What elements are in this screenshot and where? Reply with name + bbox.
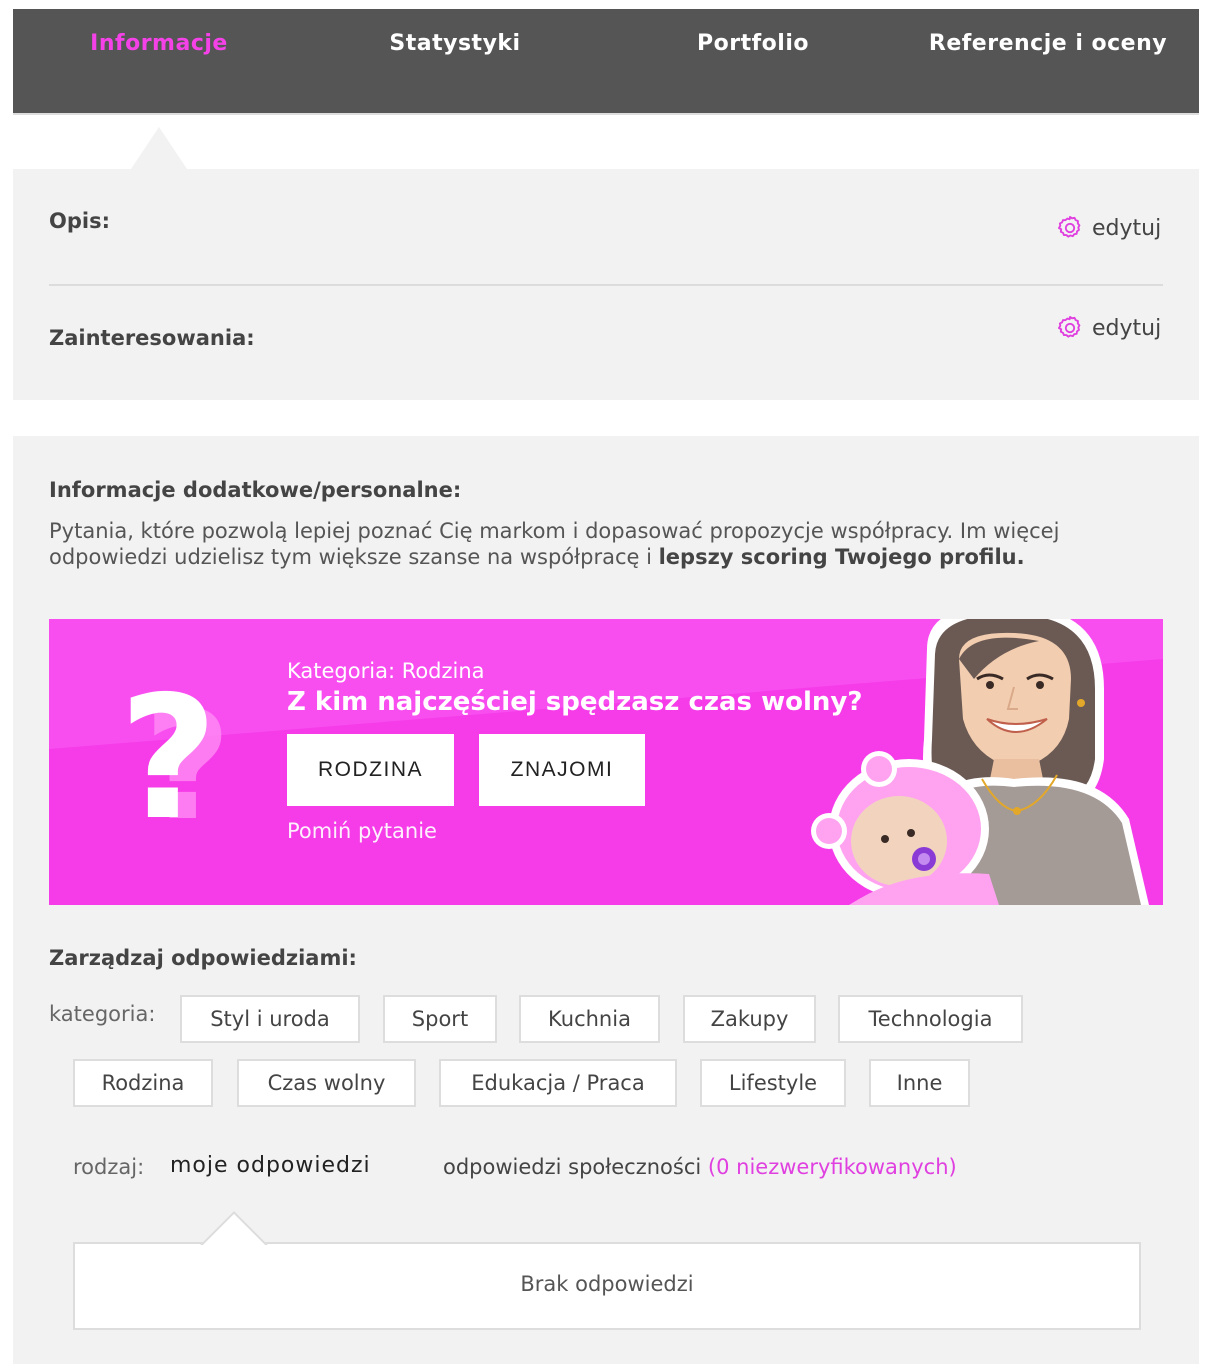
category-chip[interactable]: Inne (869, 1059, 970, 1107)
category-chip[interactable]: Czas wolny (237, 1059, 416, 1107)
gear-icon (1057, 215, 1081, 238)
kind-label: rodzaj: (73, 1155, 145, 1179)
tab-informacje[interactable]: Informacje (13, 9, 305, 113)
category-chip[interactable]: Zakupy (683, 995, 816, 1043)
tab-referencje[interactable]: Referencje i oceny (913, 9, 1183, 113)
empty-answers-text: Brak odpowiedzi (520, 1272, 694, 1296)
manage-answers-title: Zarządzaj odpowiedziami: (49, 946, 357, 970)
category-chip[interactable]: Kuchnia (519, 995, 660, 1043)
category-label: kategoria: (49, 1002, 156, 1026)
answer-znajomi-button[interactable]: ZNAJOMI (479, 734, 645, 806)
mother-baby-illustration (811, 619, 1149, 905)
opis-label: Opis: (49, 209, 110, 233)
divider (49, 284, 1163, 286)
edit-zainteresowania-button[interactable]: edytuj (1056, 314, 1161, 342)
answers-box: Brak odpowiedzi (73, 1242, 1141, 1330)
top-nav: Informacje Statystyki Portfolio Referenc… (13, 9, 1199, 115)
category-chip[interactable]: Lifestyle (700, 1059, 846, 1107)
edit-opis-button[interactable]: edytuj (1056, 214, 1161, 242)
question-text: Z kim najczęściej spędzasz czas wolny? (287, 687, 863, 717)
category-chip[interactable]: Technologia (838, 995, 1023, 1043)
tab-portfolio[interactable]: Portfolio (603, 9, 903, 113)
answers-pointer (200, 1209, 270, 1245)
question-category: Kategoria: Rodzina (287, 659, 485, 683)
zainteresowania-label: Zainteresowania: (49, 326, 255, 350)
active-tab-pointer (131, 127, 187, 169)
additional-info-panel: Informacje dodatkowe/personalne: Pytania… (13, 436, 1199, 1364)
description-bold: lepszy scoring Twojego profilu. (658, 545, 1025, 569)
profile-panel: Opis: edytuj Zainteresowania: edytuj (13, 169, 1199, 400)
edit-label: edytuj (1092, 315, 1162, 341)
answer-rodzina-button[interactable]: RODZINA (287, 734, 454, 806)
community-answers-label: odpowiedzi społeczności (443, 1155, 702, 1179)
question-mark-icon: ? (119, 660, 218, 858)
tab-community-answers[interactable]: odpowiedzi społeczności (0 niezweryfikow… (443, 1155, 957, 1179)
section-title: Informacje dodatkowe/personalne: (49, 478, 462, 502)
edit-label: edytuj (1092, 215, 1162, 241)
unverified-count[interactable]: (0 niezweryfikowanych) (708, 1155, 957, 1179)
section-description: Pytania, które pozwolą lepiej poznać Cię… (49, 518, 1159, 570)
category-chip[interactable]: Rodzina (73, 1059, 213, 1107)
category-chip[interactable]: Sport (383, 995, 497, 1043)
gear-icon (1057, 315, 1081, 338)
category-chip[interactable]: Edukacja / Praca (439, 1059, 677, 1107)
skip-question-link[interactable]: Pomiń pytanie (287, 819, 437, 843)
question-banner: ? ? Kategoria: Rodzina Z kim najczęściej… (49, 619, 1163, 905)
tab-statystyki[interactable]: Statystyki (305, 9, 605, 113)
tab-my-answers[interactable]: moje odpowiedzi (170, 1153, 371, 1178)
category-chip[interactable]: Styl i uroda (180, 995, 360, 1043)
